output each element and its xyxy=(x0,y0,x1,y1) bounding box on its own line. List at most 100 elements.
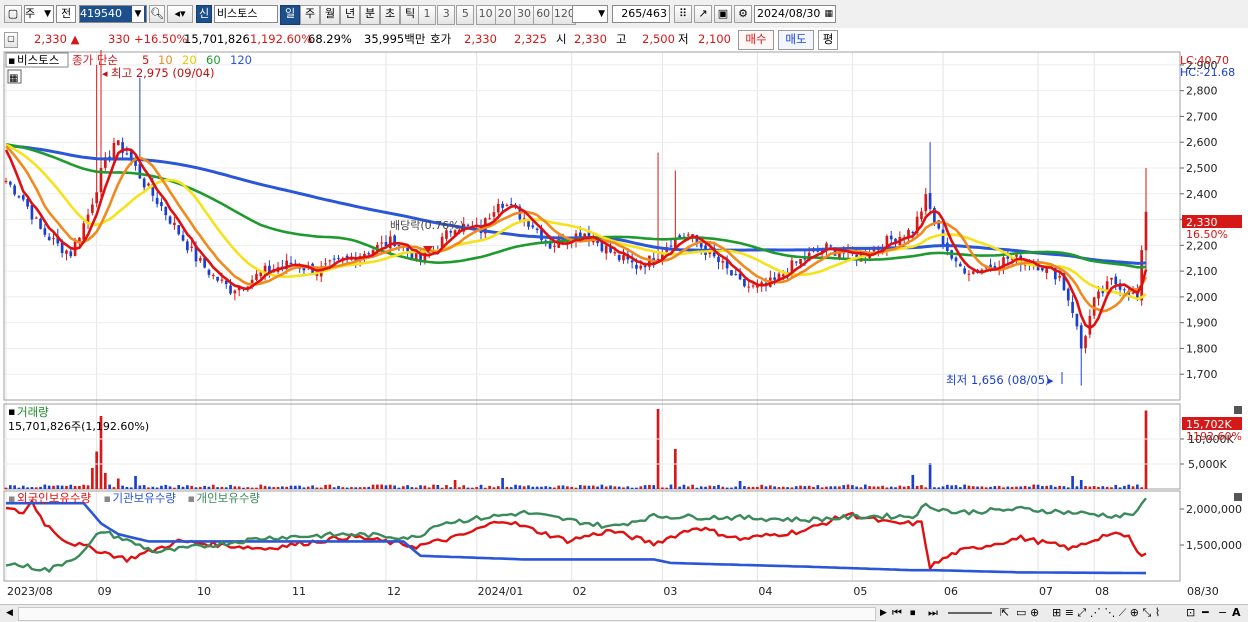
interval-button-3[interactable]: 10 xyxy=(475,5,496,25)
interval-button-2[interactable]: 5 xyxy=(456,5,475,25)
speaker-icon[interactable]: ◂▾ xyxy=(167,5,193,23)
first-icon[interactable]: ⏮ xyxy=(892,606,902,620)
volume-bar xyxy=(544,486,548,489)
volume-bar xyxy=(345,487,349,489)
candle-body xyxy=(1058,275,1061,278)
interval-button-5[interactable]: 30 xyxy=(514,5,534,25)
candle-body xyxy=(397,244,401,246)
zoom-minus-icon[interactable]: ━ xyxy=(1202,606,1209,620)
volume-bar xyxy=(915,485,919,489)
count-field[interactable]: 265/463 xyxy=(612,5,670,23)
candle-body xyxy=(505,204,509,206)
candle-body xyxy=(39,218,42,229)
volume-bar xyxy=(548,486,552,489)
search-icon[interactable]: 🔍︎ xyxy=(149,5,165,23)
volume-bar xyxy=(540,486,543,489)
candle-body xyxy=(52,238,55,240)
volume-bar xyxy=(505,486,509,489)
volume-bar xyxy=(509,487,513,489)
candle-body xyxy=(1110,277,1113,280)
close-icon[interactable] xyxy=(1234,493,1242,501)
period-type-select[interactable]: 주 ▼ xyxy=(24,5,54,23)
prev-button[interactable]: 전 xyxy=(56,5,76,23)
scroll-left-icon[interactable]: ◀ xyxy=(6,606,13,620)
fit-icon[interactable]: ▭ xyxy=(1016,606,1026,620)
volume-bar xyxy=(747,486,751,489)
volume-bar xyxy=(332,487,336,489)
gear-icon[interactable]: ⚙ xyxy=(734,5,752,23)
dividend-annotation: 배당락(0.76%) xyxy=(390,219,464,232)
high-arrow-icon: ◂ xyxy=(102,67,108,80)
stock-code-input[interactable]: 419540 ▼ xyxy=(79,5,147,23)
chart-canvas[interactable]: 2,9002,8002,7002,6002,5002,4002,3002,200… xyxy=(0,45,1248,604)
close-icon[interactable] xyxy=(1234,406,1242,414)
candle-body xyxy=(1144,211,1148,251)
zoom-in-icon[interactable]: ⊕ xyxy=(1030,606,1039,620)
line-tool-icon[interactable]: − xyxy=(1218,606,1227,620)
volume-bar xyxy=(807,485,811,489)
last-volume-pct: 1192.60% xyxy=(1186,430,1242,443)
crosshair-icon[interactable]: ⊡ xyxy=(1186,606,1195,620)
draw-icon[interactable]: ↗ xyxy=(694,5,712,23)
volume-bar xyxy=(1019,486,1023,489)
candle-body xyxy=(920,211,923,220)
volume-bar xyxy=(566,486,569,489)
volume-bar xyxy=(475,487,479,489)
candle-body xyxy=(509,204,513,206)
period-button-5[interactable]: 초 xyxy=(380,5,400,25)
interval-select[interactable]: ▼ xyxy=(572,5,608,23)
window-menu-icon[interactable]: ▢ xyxy=(4,5,22,23)
volume-bar xyxy=(276,486,280,489)
volume-bar xyxy=(838,486,841,489)
calendar-icon: ▦ xyxy=(824,9,833,19)
volume-bar xyxy=(868,486,871,489)
grid-icon[interactable]: ⠿ xyxy=(674,5,692,23)
last-icon[interactable]: ⏭ xyxy=(928,606,938,620)
sell-button[interactable]: 매도 xyxy=(778,30,814,50)
date-field[interactable]: 2024/08/30 ▦ xyxy=(754,5,836,23)
interval-button-4[interactable]: 20 xyxy=(494,5,515,25)
avg-button[interactable]: 평 xyxy=(818,30,838,50)
period-button-3[interactable]: 년 xyxy=(340,5,360,25)
scroll-right-icon[interactable]: ▶ xyxy=(880,606,887,620)
date-tick-label: 06 xyxy=(944,585,958,598)
candle-body xyxy=(924,194,928,212)
period-button-6[interactable]: 틱 xyxy=(400,5,420,25)
stop-icon[interactable]: ⏹ xyxy=(910,606,916,620)
period-button-1[interactable]: 주 xyxy=(300,5,320,25)
volume-bar xyxy=(376,484,379,489)
buy-button[interactable]: 매수 xyxy=(738,30,774,50)
volume-bar xyxy=(229,484,232,489)
volume-bar xyxy=(220,486,224,489)
candle-body xyxy=(43,228,47,235)
period-button-2[interactable]: 월 xyxy=(320,5,340,25)
volume-bar xyxy=(458,487,461,489)
tools-icon[interactable]: ⊞ ≡ ⤢ ⋰ ⋱ ⟋ ⊕ ⤡ ⌇ xyxy=(1052,606,1160,620)
zoom-slider[interactable] xyxy=(948,606,992,614)
interval-button-1[interactable]: 3 xyxy=(437,5,456,25)
volume-bar xyxy=(1045,485,1049,489)
stock-name-field[interactable]: 비스토스 xyxy=(214,5,278,23)
volume-bar xyxy=(121,485,124,489)
collapse-icon[interactable]: ▢ xyxy=(4,32,18,48)
period-button-0[interactable]: 일 xyxy=(280,5,300,25)
text-tool-icon[interactable]: A xyxy=(1232,606,1241,620)
low-value: 2,100 xyxy=(698,32,731,46)
volume-bar xyxy=(950,485,954,489)
save-icon[interactable]: ▣ xyxy=(714,5,732,23)
volume-bar xyxy=(112,487,116,489)
trade-amount: 35,995백만 xyxy=(364,32,426,46)
period-button-4[interactable]: 분 xyxy=(360,5,380,25)
open-label: 시 xyxy=(556,32,567,46)
volume-bar xyxy=(315,487,319,489)
volume-bar xyxy=(358,487,362,489)
interval-button-0[interactable]: 1 xyxy=(418,5,436,25)
scrollbar-track[interactable] xyxy=(18,607,876,621)
volume-bar xyxy=(233,486,237,489)
candle-body xyxy=(177,225,181,235)
interval-button-6[interactable]: 60 xyxy=(533,5,554,25)
total-value: /463 xyxy=(642,7,667,20)
zoom-out-icon[interactable]: ⇱ xyxy=(1000,606,1009,620)
candle-body xyxy=(1015,254,1018,257)
price-tick-label: 1,900 xyxy=(1186,317,1218,330)
